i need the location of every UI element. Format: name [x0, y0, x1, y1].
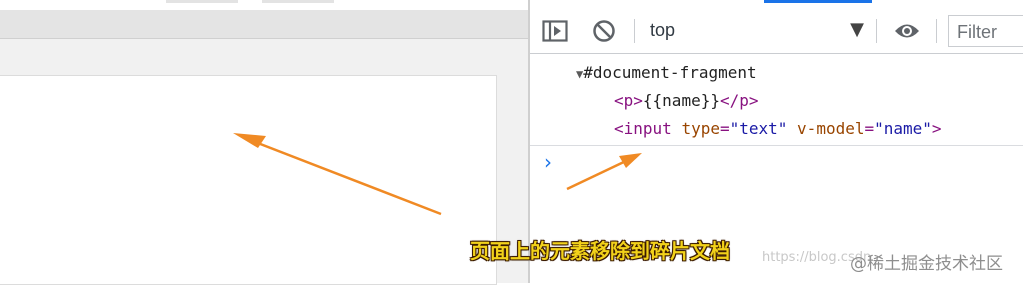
- block-icon[interactable]: [589, 17, 619, 45]
- attr-value: "name": [874, 119, 932, 138]
- attr-name: v-model: [797, 119, 865, 138]
- toolbar-separator: [936, 19, 937, 43]
- watermark-brand: @稀土掘金技术社区: [850, 254, 1003, 274]
- tag-open: <p>: [614, 91, 643, 110]
- tag-close: </p>: [719, 91, 759, 110]
- console-toolbar: top ▼: [530, 9, 1023, 54]
- sidebar-toggle-icon[interactable]: [540, 17, 570, 45]
- console-separator: [530, 145, 1023, 146]
- filter-box[interactable]: [948, 15, 1023, 47]
- toolbar-separator: [876, 19, 877, 43]
- tag-close: >: [931, 119, 942, 138]
- active-tab-indicator: [764, 0, 872, 3]
- annotation-caption: 页面上的元素移除到碎片文档: [470, 239, 730, 263]
- rendered-page-area: [0, 75, 497, 285]
- fragment-label: #document-fragment: [583, 63, 757, 82]
- attr-value: "text": [729, 119, 788, 138]
- browser-address-strip: [0, 10, 528, 39]
- browser-tab[interactable]: [262, 0, 334, 3]
- console-prompt-icon[interactable]: ›: [544, 150, 552, 174]
- browser-tab[interactable]: [166, 0, 238, 3]
- browser-viewport: [0, 0, 528, 285]
- tag-open: <input: [614, 119, 672, 138]
- context-selector[interactable]: top ▼: [642, 15, 864, 47]
- tree-node-input[interactable]: <input type="text" v-model="name">: [614, 119, 942, 139]
- attr-name: type: [681, 119, 720, 138]
- toolbar-separator: [634, 19, 635, 43]
- eye-icon[interactable]: [892, 17, 922, 45]
- context-label: top: [650, 20, 676, 40]
- tree-node-p[interactable]: <p>{{name}}</p>: [614, 91, 759, 111]
- console-output-tree: ▼#document-fragment <p>{{name}}</p> <inp…: [530, 54, 1023, 145]
- filter-input[interactable]: [955, 18, 1023, 46]
- chevron-down-icon: ▼: [850, 19, 864, 40]
- p-text: {{name}}: [642, 91, 720, 110]
- tree-node-fragment[interactable]: ▼#document-fragment: [576, 63, 757, 84]
